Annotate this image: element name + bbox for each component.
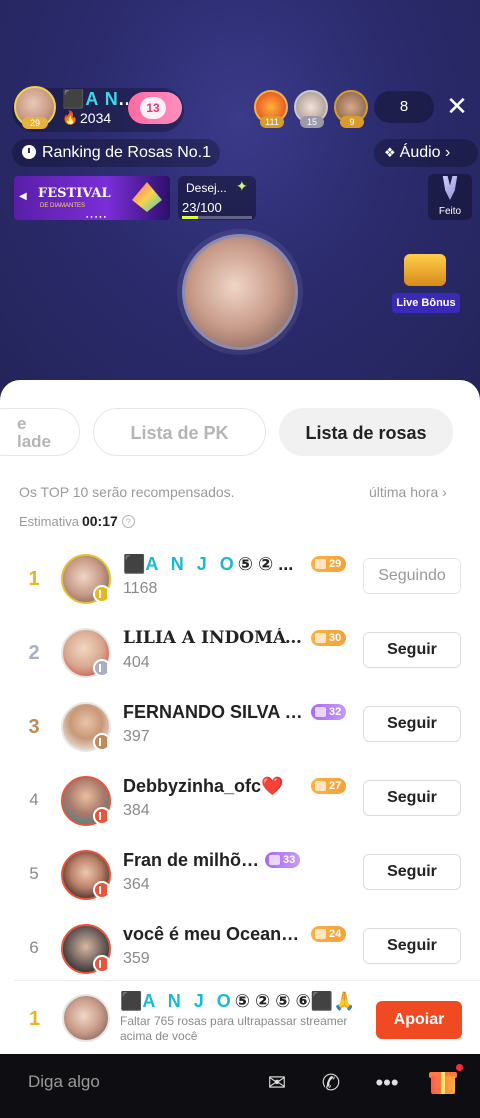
- treasure-chest-icon: [404, 254, 446, 286]
- tab-previous[interactable]: e lade: [0, 408, 80, 456]
- user-name: Fran de milhões: [123, 850, 261, 870]
- live-indicator-icon: [93, 659, 111, 677]
- level-badge: 30: [311, 630, 347, 646]
- host-level-badge: 29: [22, 117, 48, 129]
- gift-icon[interactable]: [428, 1064, 463, 1096]
- chevron-left-icon: ◀: [19, 191, 27, 202]
- festival-banner[interactable]: ◀ FESTIVAL DE DIAMANTES ●●●●●: [14, 176, 170, 220]
- level-badge: 27: [311, 778, 347, 794]
- user-name: Debbyzinha_ofc❤️: [123, 776, 284, 796]
- follow-button[interactable]: Seguir: [363, 928, 461, 964]
- user-name: você é meu Oceano...: [123, 924, 303, 944]
- host-rose-count: 2034: [80, 110, 112, 126]
- more-icon[interactable]: •••: [372, 1068, 402, 1098]
- rank-number: 4: [29, 790, 39, 809]
- live-indicator-icon: [93, 585, 111, 603]
- rose-ranking-pill[interactable]: Ranking de Rosas No.1: [12, 139, 220, 167]
- rose-score: 1168: [123, 580, 158, 597]
- live-indicator-icon: [93, 955, 111, 973]
- audio-mode-pill[interactable]: ❖ Áudio ›: [374, 139, 478, 167]
- rose-score: 359: [123, 950, 150, 967]
- audio-icon: ❖: [384, 145, 396, 160]
- wish-goal-widget[interactable]: Desej... ✦ 23/100: [178, 176, 256, 220]
- user-name: FERNANDO SILVA O...: [123, 702, 303, 722]
- notification-dot: [456, 1064, 463, 1071]
- user-name: ⬛A N J O⑤ ② ...: [123, 554, 294, 574]
- follow-host-button[interactable]: 13: [128, 92, 182, 124]
- rank-number: 2: [28, 642, 40, 664]
- host-name[interactable]: ⬛A N...: [62, 89, 128, 110]
- user-name: LILIA A INDOMÁV...: [123, 628, 303, 648]
- rose-score: 364: [123, 876, 150, 893]
- viewer-count-button[interactable]: 8: [374, 91, 434, 123]
- wish-progress-fill: [182, 216, 199, 219]
- following-button[interactable]: Seguindo: [363, 558, 461, 594]
- ranking-row[interactable]: 3 FERNANDO SILVA O... 32 397 Seguir: [0, 696, 480, 770]
- avatar[interactable]: [62, 994, 110, 1042]
- tab-pk-list[interactable]: Lista de PK: [93, 408, 266, 456]
- streamer-avatar[interactable]: [182, 234, 298, 350]
- tab-roses-list[interactable]: Lista de rosas: [279, 408, 453, 456]
- last-hour-link[interactable]: última hora ›: [369, 484, 447, 500]
- overtake-hint: Faltar 765 rosas para ultrapassar stream…: [120, 1014, 348, 1043]
- live-bonus-widget[interactable]: Live Bônus: [390, 248, 462, 314]
- task-done-widget[interactable]: Feito: [428, 174, 472, 220]
- chevron-right-icon: ›: [442, 484, 447, 500]
- follow-button[interactable]: Seguir: [363, 706, 461, 742]
- rose-score: 384: [123, 802, 150, 819]
- clock-icon: [22, 145, 36, 159]
- ranking-row[interactable]: 5 Fran de milhões 33 364 Seguir: [0, 844, 480, 918]
- carousel-dots: ●●●●●: [86, 214, 109, 219]
- rank-number: 1: [28, 568, 40, 590]
- help-icon[interactable]: ?: [121, 515, 135, 528]
- fire-icon: 🔥: [62, 110, 79, 125]
- ranking-row[interactable]: 2 LILIA A INDOMÁV... 30 404 Seguir: [0, 622, 480, 696]
- estimate-timer: Estimativa 00:17?: [19, 513, 135, 529]
- bunny-icon: [442, 176, 458, 200]
- top10-hint: Os TOP 10 serão recompensados.: [19, 484, 235, 500]
- share-icon[interactable]: ✉: [262, 1068, 292, 1098]
- level-badge: 24: [311, 926, 347, 942]
- ranking-row[interactable]: 4 Debbyzinha_ofc❤️ 27 384 Seguir: [0, 770, 480, 844]
- wish-progress-bar: [182, 216, 252, 219]
- live-indicator-icon: [93, 881, 111, 899]
- follow-button[interactable]: Seguir: [363, 854, 461, 890]
- follow-button[interactable]: Seguir: [363, 780, 461, 816]
- top-viewer-avatar-3[interactable]: 9: [334, 90, 368, 128]
- call-icon[interactable]: ✆: [316, 1068, 346, 1098]
- chevron-right-icon: ›: [445, 144, 451, 161]
- follow-button[interactable]: Seguir: [363, 632, 461, 668]
- comment-input[interactable]: Diga algo: [28, 1072, 100, 1092]
- ranking-row[interactable]: 1 ⬛A N J O⑤ ② ... 29 1168 Seguindo: [0, 548, 480, 622]
- level-badge: 29: [311, 556, 347, 572]
- level-badge: 33: [265, 852, 301, 868]
- rank-number: 3: [28, 716, 40, 738]
- rose-score: 397: [123, 728, 150, 745]
- level-badge: 32: [311, 704, 347, 720]
- divider: [14, 980, 480, 981]
- support-button[interactable]: Apoiar: [376, 1001, 462, 1039]
- live-indicator-icon: [93, 807, 111, 825]
- fan-club-count: 13: [140, 97, 166, 119]
- rose-score: 404: [123, 654, 150, 671]
- sparkle-icon: ✦: [236, 178, 248, 194]
- top-viewer-avatar-2[interactable]: 15: [294, 90, 328, 128]
- live-indicator-icon: [93, 733, 111, 751]
- my-rank-number: 1: [29, 1008, 41, 1030]
- top-viewer-avatar-1[interactable]: 111: [254, 90, 288, 128]
- close-icon[interactable]: ✕: [444, 92, 470, 120]
- gems-icon: [132, 182, 162, 212]
- rank-number: 6: [29, 938, 39, 957]
- my-name: ⬛A N J O⑤ ② ⑤ ⑥⬛🙏...: [120, 991, 352, 1011]
- rank-number: 5: [29, 864, 39, 883]
